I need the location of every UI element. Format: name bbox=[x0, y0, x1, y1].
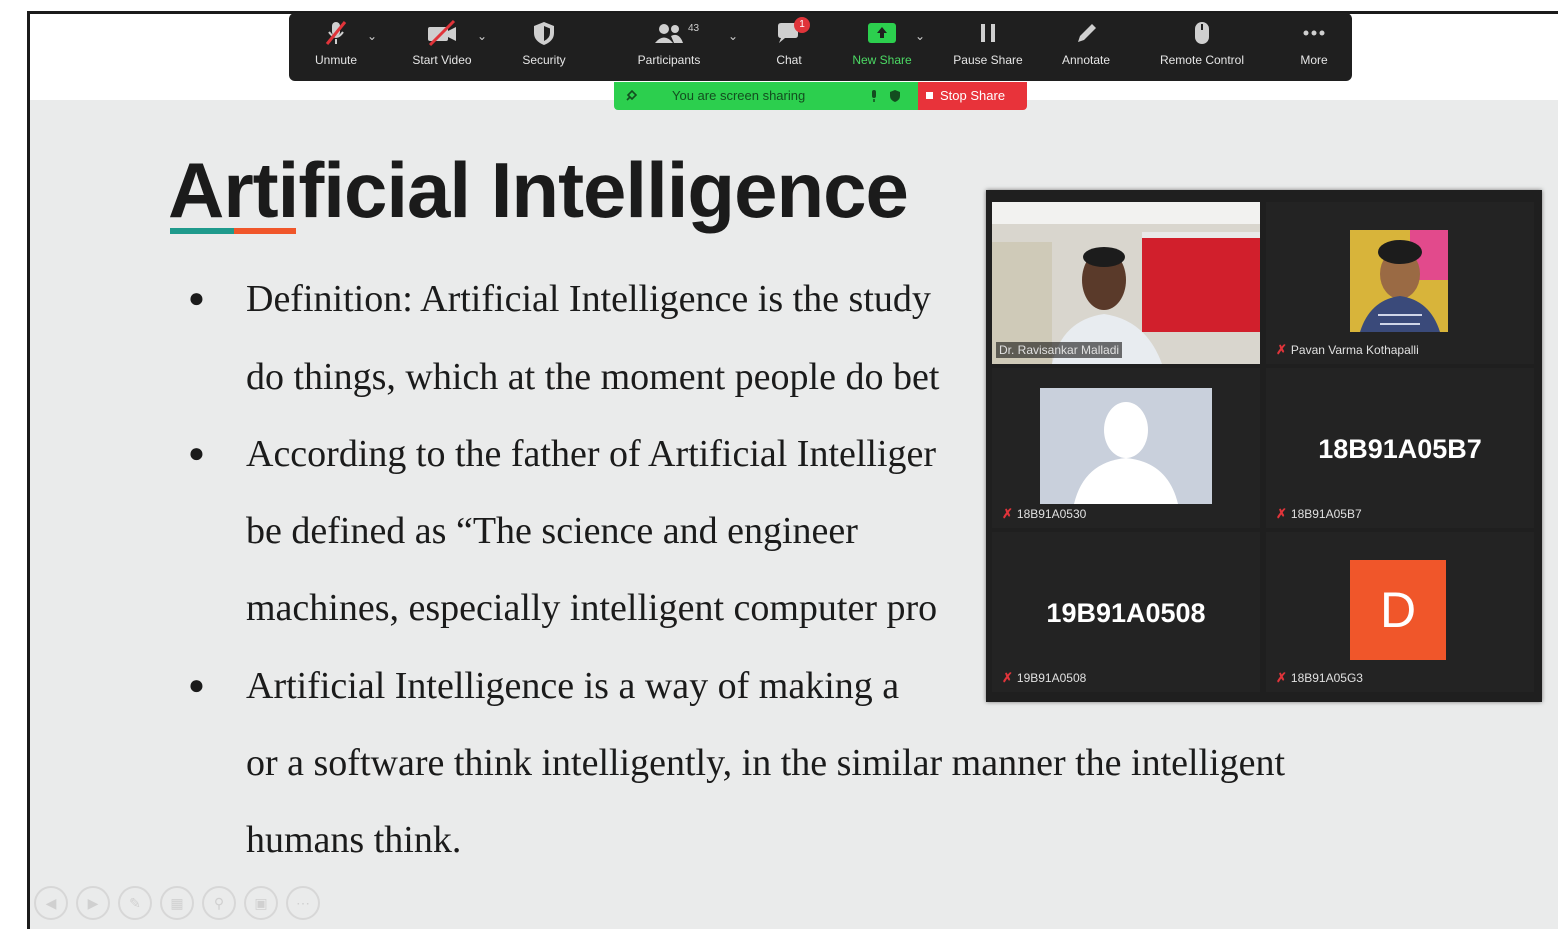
mic-muted-icon: ✗ bbox=[1276, 342, 1287, 357]
chat-badge: 1 bbox=[794, 17, 810, 33]
participant-tile[interactable]: Dr. Ravisankar Malladi bbox=[992, 202, 1260, 364]
participant-name: Pavan Varma Kothapalli bbox=[1290, 343, 1419, 357]
shield-icon[interactable] bbox=[888, 89, 902, 103]
shield-icon bbox=[531, 13, 557, 53]
previous-slide-icon[interactable]: ◀ bbox=[34, 886, 68, 920]
participant-tile[interactable]: 19B91A0508 ✗ 19B91A0508 bbox=[992, 532, 1260, 692]
slide-text-line: be defined as “The science and engineer bbox=[246, 510, 858, 552]
slide-text-line: humans think. bbox=[246, 819, 462, 861]
letter-avatar: D bbox=[1350, 560, 1446, 660]
pen-icon[interactable]: ✎ bbox=[118, 886, 152, 920]
security-button[interactable]: Security bbox=[499, 13, 589, 81]
participant-name: 18B91A05B7 bbox=[1290, 507, 1362, 521]
pencil-icon bbox=[1073, 13, 1099, 53]
screen-sharing-banner[interactable]: You are screen sharing bbox=[614, 82, 918, 110]
participant-tile[interactable]: 18B91A05B7 ✗ 18B91A05B7 bbox=[1266, 368, 1534, 528]
participants-icon bbox=[652, 13, 686, 53]
screen-icon[interactable]: ▣ bbox=[244, 886, 278, 920]
participant-name-row: ✗ 18B91A05G3 bbox=[1276, 670, 1363, 686]
pin-icon bbox=[626, 89, 638, 101]
security-label: Security bbox=[522, 53, 566, 67]
pause-share-button[interactable]: Pause Share bbox=[943, 13, 1033, 81]
slide-text-line: machines, especially intelligent compute… bbox=[246, 587, 938, 629]
slide-title: Artificial Intelligence bbox=[168, 146, 909, 234]
profile-photo bbox=[1350, 230, 1448, 332]
slideshow-controls: ◀ ▶ ✎ ▦ ⚲ ▣ ⋯ bbox=[34, 886, 320, 920]
annotate-label: Annotate bbox=[1061, 53, 1111, 67]
mic-muted-icon: ✗ bbox=[1002, 670, 1013, 685]
chevron-down-icon[interactable]: ⌄ bbox=[477, 29, 487, 43]
share-screen-icon bbox=[865, 13, 899, 53]
participants-button[interactable]: 43 Participants ⌄ bbox=[624, 13, 738, 81]
mic-muted-icon: ✗ bbox=[1002, 506, 1013, 521]
participant-name: 18B91A0530 bbox=[1016, 507, 1087, 521]
slide-text-line: Artificial Intelligence is a way of maki… bbox=[246, 665, 900, 707]
mic-icon[interactable] bbox=[868, 89, 880, 103]
next-slide-icon[interactable]: ▶ bbox=[76, 886, 110, 920]
chevron-down-icon[interactable]: ⌄ bbox=[915, 29, 925, 43]
mic-muted-icon: ✗ bbox=[1276, 506, 1287, 521]
chevron-down-icon[interactable]: ⌄ bbox=[367, 29, 377, 43]
participant-name-row: ✗ Pavan Varma Kothapalli bbox=[1276, 342, 1419, 358]
remote-control-button[interactable]: Remote Control bbox=[1157, 13, 1247, 81]
default-avatar-icon bbox=[1040, 388, 1212, 504]
unmute-button[interactable]: Unmute ⌄ bbox=[291, 13, 381, 81]
unmute-label: Unmute bbox=[314, 53, 358, 67]
participant-video bbox=[992, 202, 1260, 364]
more-options-icon[interactable]: ⋯ bbox=[286, 886, 320, 920]
title-underline-orange bbox=[234, 228, 296, 234]
participant-name: Dr. Ravisankar Malladi bbox=[996, 342, 1123, 358]
participant-name: 18B91A05G3 bbox=[1290, 671, 1363, 685]
pause-share-label: Pause Share bbox=[953, 53, 1023, 67]
slide-text-line: or a software think intelligently, in th… bbox=[246, 742, 1286, 784]
video-off-icon bbox=[424, 13, 460, 53]
bullet-dot: ● bbox=[188, 282, 205, 313]
pause-icon bbox=[976, 13, 1000, 53]
more-label: More bbox=[1300, 53, 1328, 67]
screen-sharing-text: You are screen sharing bbox=[672, 88, 806, 103]
stop-share-button[interactable]: Stop Share bbox=[918, 82, 1027, 110]
mic-muted-icon: ✗ bbox=[1276, 670, 1287, 685]
slide-text-line: Definition: Artificial Intelligence is t… bbox=[246, 278, 931, 320]
stop-icon bbox=[926, 92, 933, 99]
stop-share-label: Stop Share bbox=[940, 88, 1006, 103]
chevron-down-icon[interactable]: ⌄ bbox=[728, 29, 738, 43]
new-share-label: New Share bbox=[852, 53, 912, 67]
start-video-label: Start Video bbox=[412, 53, 472, 67]
video-gallery: Dr. Ravisankar Malladi ✗ Pavan Varma Koth… bbox=[986, 190, 1542, 702]
remote-control-label: Remote Control bbox=[1159, 53, 1245, 67]
participant-name-row: ✗ 19B91A0508 bbox=[1002, 670, 1086, 686]
bullet-dot: ● bbox=[188, 669, 205, 700]
participant-name-row: ✗ 18B91A05B7 bbox=[1276, 506, 1362, 522]
slide-text-line: According to the father of Artificial In… bbox=[246, 433, 937, 475]
annotate-button[interactable]: Annotate bbox=[1041, 13, 1131, 81]
participant-display-name: 18B91A05B7 bbox=[1318, 434, 1482, 464]
participant-display-name: 19B91A0508 bbox=[1046, 598, 1206, 628]
new-share-button[interactable]: New Share ⌄ bbox=[837, 13, 927, 81]
slide-text-line: do things, which at the moment people do… bbox=[246, 356, 940, 398]
title-underline-teal bbox=[170, 228, 234, 234]
slides-grid-icon[interactable]: ▦ bbox=[160, 886, 194, 920]
meeting-toolbar: Unmute ⌄ Start Video ⌄ Security 43 Parti… bbox=[289, 13, 1352, 81]
zoom-icon[interactable]: ⚲ bbox=[202, 886, 236, 920]
chat-button[interactable]: 1 Chat bbox=[744, 13, 834, 81]
participant-count: 43 bbox=[688, 23, 700, 34]
mic-muted-icon bbox=[321, 13, 351, 53]
participant-name: 19B91A0508 bbox=[1016, 671, 1087, 685]
participant-name-row: ✗ 18B91A0530 bbox=[1002, 506, 1086, 522]
mouse-icon bbox=[1191, 13, 1213, 53]
more-button[interactable]: More bbox=[1269, 13, 1359, 81]
participant-tile[interactable]: ✗ 18B91A0530 bbox=[992, 368, 1260, 528]
participant-tile[interactable]: ✗ Pavan Varma Kothapalli bbox=[1266, 202, 1534, 364]
bullet-dot: ● bbox=[188, 437, 205, 468]
participants-label: Participants bbox=[637, 53, 701, 67]
start-video-button[interactable]: Start Video ⌄ bbox=[397, 13, 487, 81]
chat-label: Chat bbox=[776, 53, 802, 67]
more-icon bbox=[1299, 13, 1329, 53]
